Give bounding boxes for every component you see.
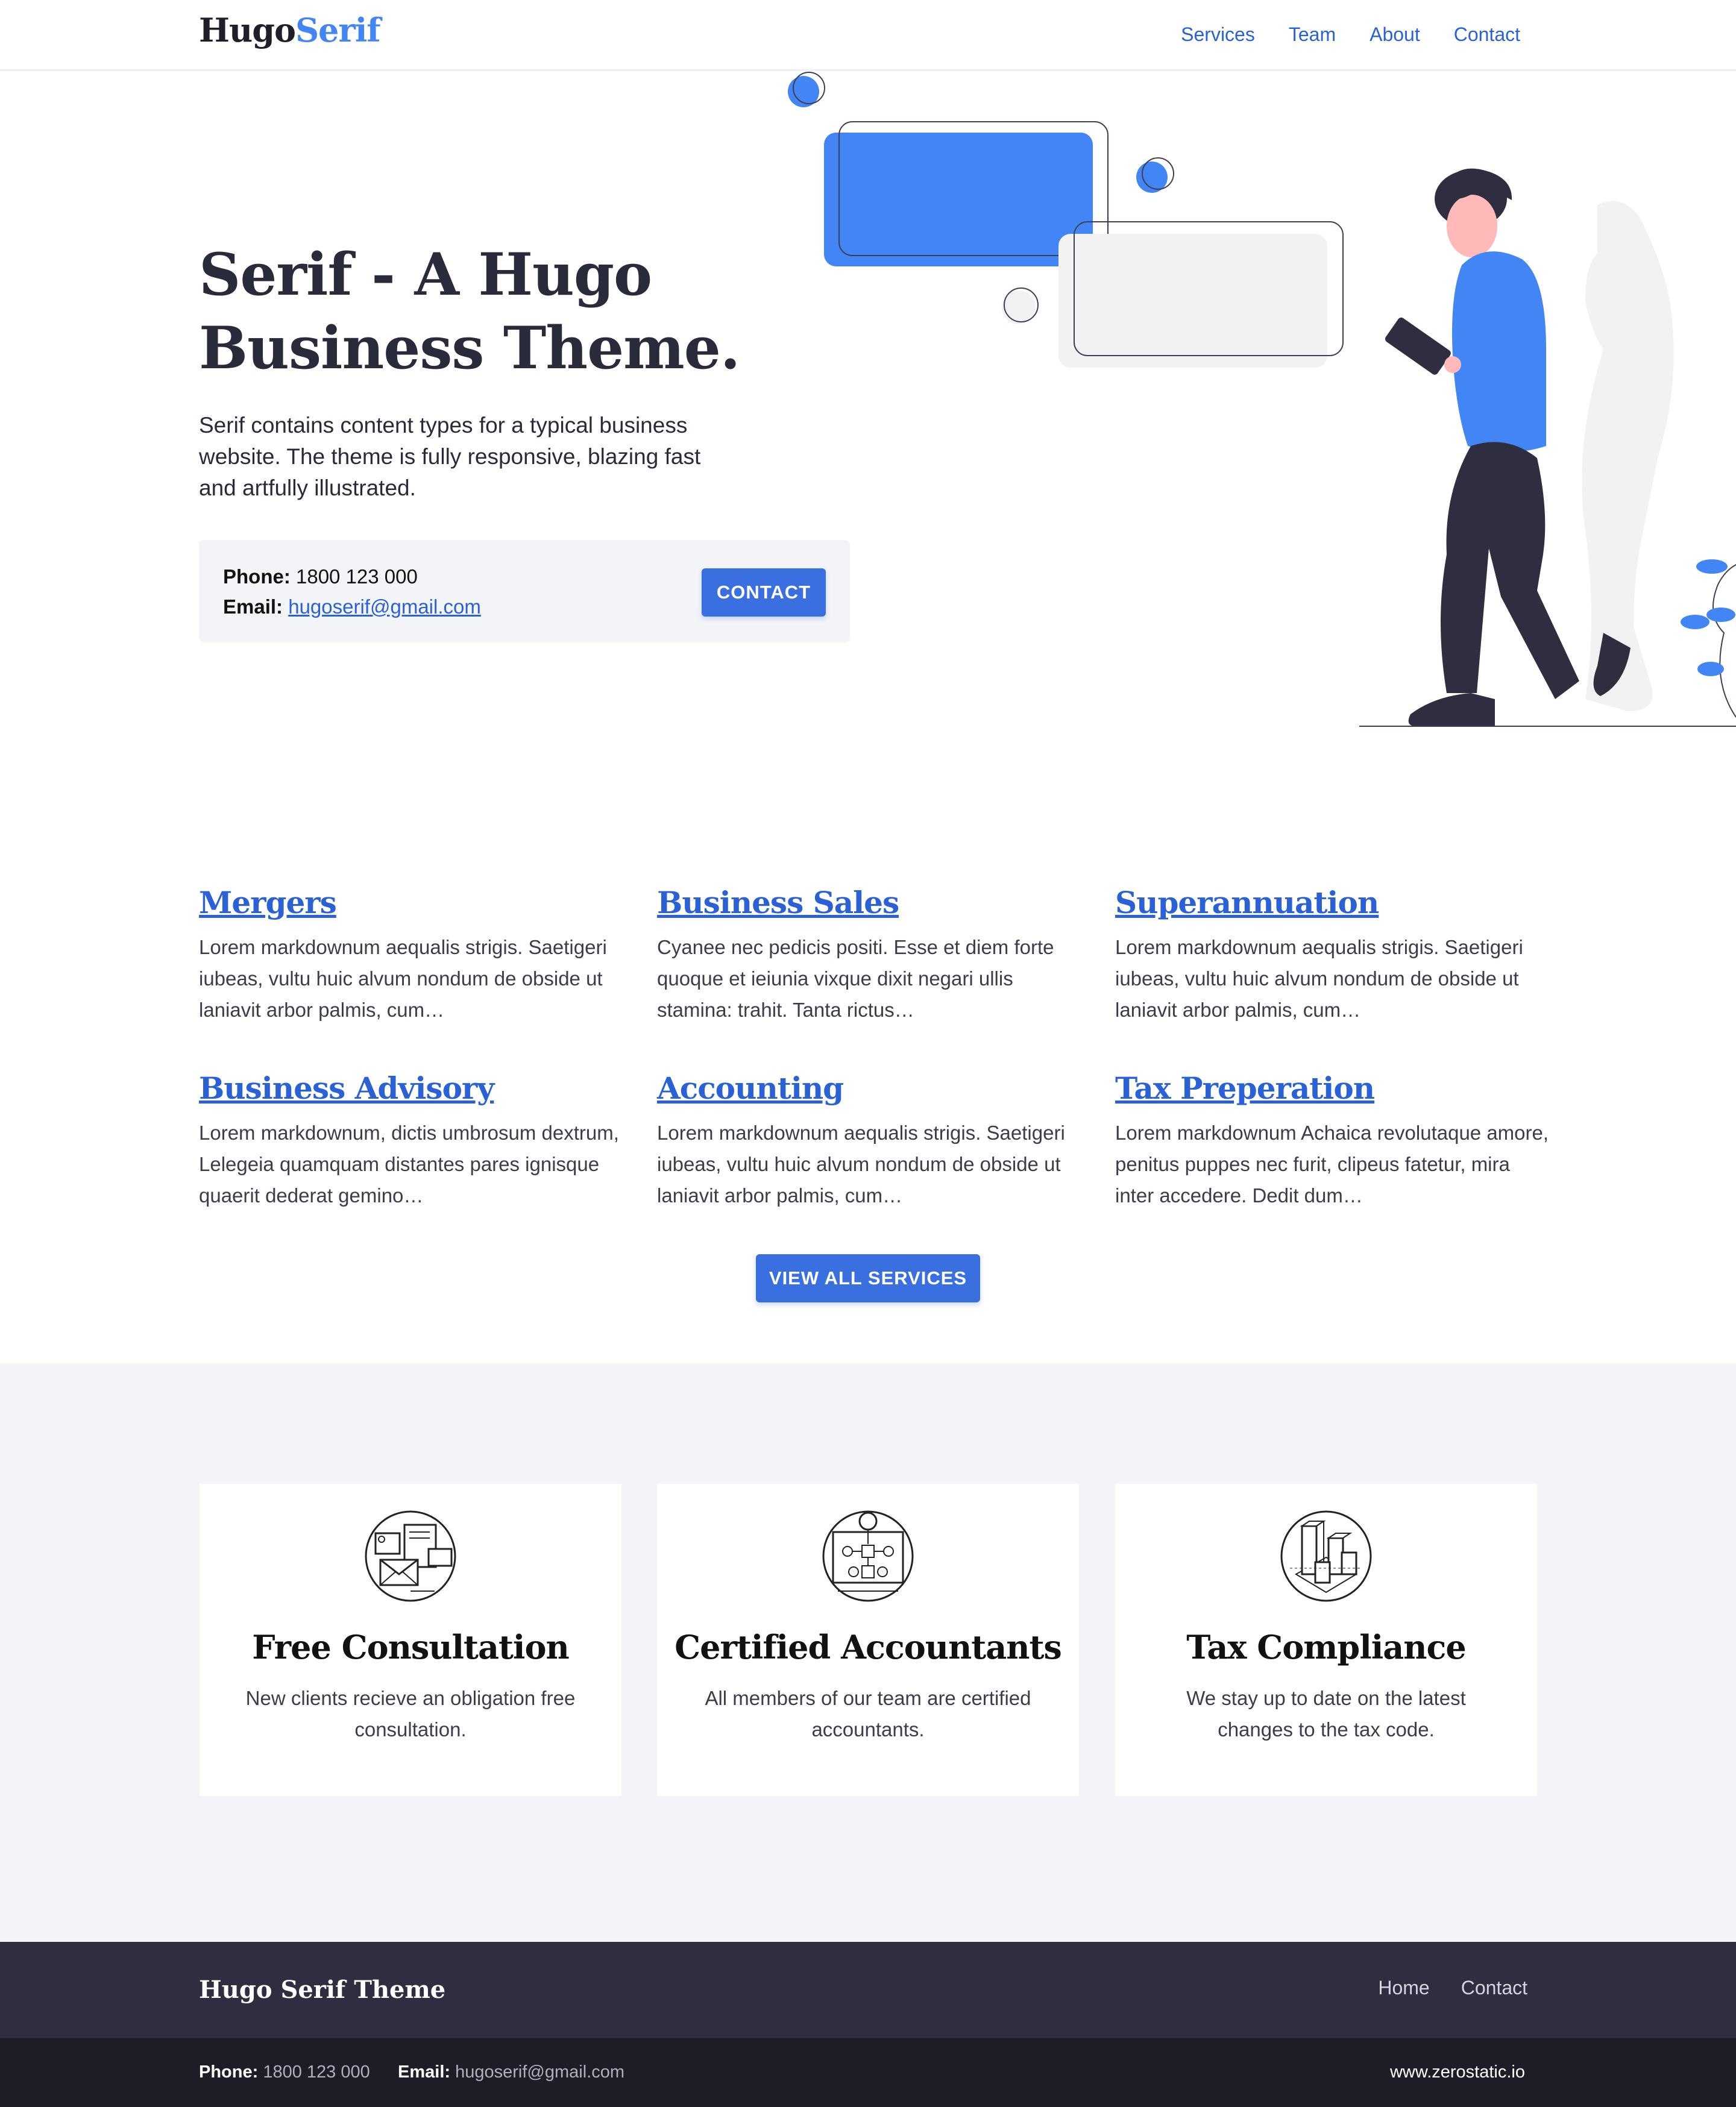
service-title-link[interactable]: Tax Preperation bbox=[1115, 1069, 1549, 1108]
email-label: Email: bbox=[223, 595, 283, 618]
person-with-tablet-illustration bbox=[772, 66, 1736, 735]
feature-card: Free Consultation New clients recieve an… bbox=[200, 1484, 621, 1796]
logo-text-hugo: Hugo bbox=[199, 11, 296, 49]
phone-label: Phone: bbox=[223, 565, 291, 588]
footer-phone-label: Phone: bbox=[199, 2062, 259, 2082]
nav-services[interactable]: Services bbox=[1181, 21, 1255, 48]
service-title-link[interactable]: Business Sales bbox=[657, 884, 1091, 922]
footer-nav-home[interactable]: Home bbox=[1378, 1973, 1429, 2002]
service-description: Lorem markdownum aequalis strigis. Saeti… bbox=[1115, 936, 1523, 1021]
footer-email-label: Email: bbox=[398, 2062, 451, 2082]
service-card-mergers: Mergers Lorem markdownum aequalis strigi… bbox=[199, 884, 633, 1026]
email-link[interactable]: hugoserif@gmail.com bbox=[288, 595, 481, 618]
flowchart-lightbulb-icon bbox=[822, 1510, 914, 1602]
feature-card: Certified Accountants All members of our… bbox=[657, 1484, 1079, 1796]
hero-title-line1: Serif - A Hugo bbox=[199, 240, 652, 309]
service-description: Lorem markdownum, dictis umbrosum dextru… bbox=[199, 1122, 619, 1207]
footer-phone-value: 1800 123 000 bbox=[263, 2062, 370, 2082]
footer-email-link[interactable]: hugoserif@gmail.com bbox=[455, 2062, 624, 2082]
service-card-business-advisory: Business Advisory Lorem markdownum, dict… bbox=[199, 1069, 633, 1211]
documents-icon bbox=[365, 1510, 456, 1602]
hero-title-line2: Business Theme. bbox=[199, 314, 740, 382]
contact-info-box: Phone: 1800 123 000 Email: hugoserif@gma… bbox=[199, 540, 850, 642]
site-header: HugoSerif Services Team About Contact bbox=[0, 0, 1736, 71]
feature-text: New clients recieve an obligation free c… bbox=[245, 1687, 576, 1741]
contact-email: Email: hugoserif@gmail.com bbox=[223, 592, 481, 621]
service-card-business-sales: Business Sales Cyanee nec pedicis positi… bbox=[657, 884, 1091, 1026]
bar-blocks-icon bbox=[1280, 1510, 1372, 1602]
footer-bottom: Phone: 1800 123 000 Email: hugoserif@gma… bbox=[0, 2038, 1736, 2107]
footer-site-link[interactable]: www.zerostatic.io bbox=[1390, 2059, 1525, 2085]
service-title-link[interactable]: Superannuation bbox=[1115, 884, 1549, 922]
service-card-superannuation: Superannuation Lorem markdownum aequalis… bbox=[1115, 884, 1549, 1026]
service-title-link[interactable]: Mergers bbox=[199, 884, 633, 922]
logo-text-serif: Serif bbox=[295, 11, 381, 49]
feature-title: Certified Accountants bbox=[675, 1628, 1062, 1666]
footer-title: Hugo Serif Theme bbox=[199, 1976, 446, 2004]
service-description: Lorem markdownum aequalis strigis. Saeti… bbox=[657, 1122, 1065, 1207]
service-description: Cyanee nec pedicis positi. Esse et diem … bbox=[657, 936, 1054, 1021]
nav-about[interactable]: About bbox=[1370, 21, 1420, 48]
main-nav: Services Team About Contact bbox=[1181, 21, 1520, 48]
footer-nav-contact[interactable]: Contact bbox=[1461, 1973, 1527, 2002]
nav-contact[interactable]: Contact bbox=[1454, 21, 1520, 48]
footer-email: Email: hugoserif@gmail.com bbox=[398, 2059, 624, 2085]
features-section: Free Consultation New clients recieve an… bbox=[0, 1363, 1736, 1942]
service-title-link[interactable]: Business Advisory bbox=[199, 1069, 633, 1108]
feature-text: We stay up to date on the latest changes… bbox=[1186, 1687, 1466, 1741]
footer-top: Hugo Serif Theme Home Contact bbox=[0, 1942, 1736, 2038]
feature-text: All members of our team are certified ac… bbox=[705, 1687, 1031, 1741]
phone-value: 1800 123 000 bbox=[296, 565, 418, 588]
service-description: Lorem markdownum Achaica revolutaque amo… bbox=[1115, 1122, 1549, 1207]
hero-title: Serif - A Hugo Business Theme. bbox=[199, 238, 802, 385]
feature-title: Free Consultation bbox=[252, 1628, 569, 1666]
footer-phone: Phone: 1800 123 000 bbox=[199, 2059, 370, 2085]
feature-card: Tax Compliance We stay up to date on the… bbox=[1115, 1484, 1537, 1796]
site-logo[interactable]: HugoSerif bbox=[199, 11, 381, 49]
contact-phone: Phone: 1800 123 000 bbox=[223, 562, 418, 591]
service-description: Lorem markdownum aequalis strigis. Saeti… bbox=[199, 936, 607, 1021]
view-all-services-button[interactable]: VIEW ALL SERVICES bbox=[756, 1254, 980, 1302]
service-title-link[interactable]: Accounting bbox=[657, 1069, 1091, 1108]
nav-team[interactable]: Team bbox=[1289, 21, 1336, 48]
service-card-accounting: Accounting Lorem markdownum aequalis str… bbox=[657, 1069, 1091, 1211]
feature-title: Tax Compliance bbox=[1186, 1628, 1466, 1666]
footer-nav: Home Contact bbox=[1378, 1973, 1527, 2002]
hero-description: Serif contains content types for a typic… bbox=[199, 413, 701, 500]
service-card-tax-preperation: Tax Preperation Lorem markdownum Achaica… bbox=[1115, 1069, 1549, 1211]
